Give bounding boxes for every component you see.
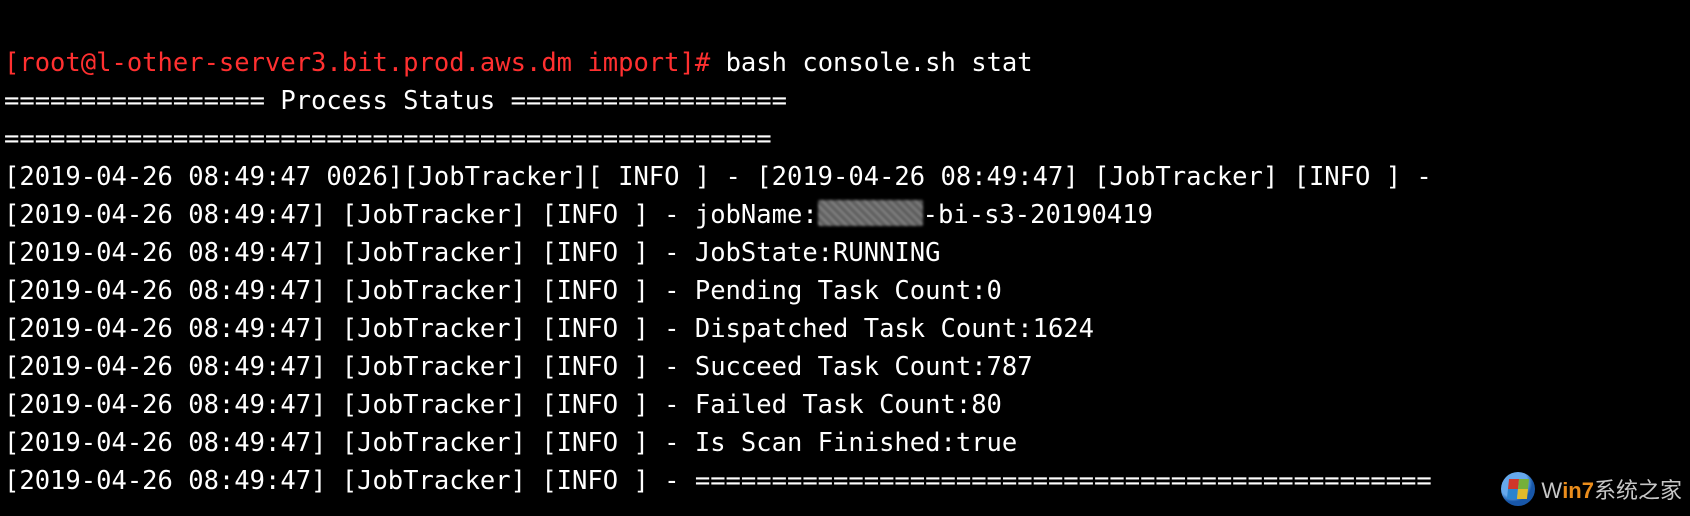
shell-prompt: [root@l-other-server3.bit.prod.aws.dm im… [4,48,710,78]
log-line: [2019-04-26 08:49:47] [JobTracker] [INFO… [4,352,1033,382]
shell-command: bash console.sh stat [726,48,1033,78]
divider-line: ========================================… [4,124,772,154]
log-line: [2019-04-26 08:49:47] [JobTracker] [INFO… [4,200,1153,230]
terminal-output[interactable]: [root@l-other-server3.bit.prod.aws.dm im… [0,0,1690,500]
log-line: [2019-04-26 08:49:47] [JobTracker] [INFO… [4,276,1002,306]
log-line: [2019-04-26 08:49:47] [JobTracker] [INFO… [4,390,1002,420]
log-line: [2019-04-26 08:49:47] [JobTracker] [INFO… [4,314,1094,344]
log-line: [2019-04-26 08:49:47 0026][JobTracker][ … [4,162,1432,192]
status-header: ================= Process Status =======… [4,86,787,116]
log-line: [2019-04-26 08:49:47] [JobTracker] [INFO… [4,466,1432,496]
log-line: [2019-04-26 08:49:47] [JobTracker] [INFO… [4,428,1017,458]
log-line: [2019-04-26 08:49:47] [JobTracker] [INFO… [4,238,941,268]
redacted-text [818,200,923,226]
